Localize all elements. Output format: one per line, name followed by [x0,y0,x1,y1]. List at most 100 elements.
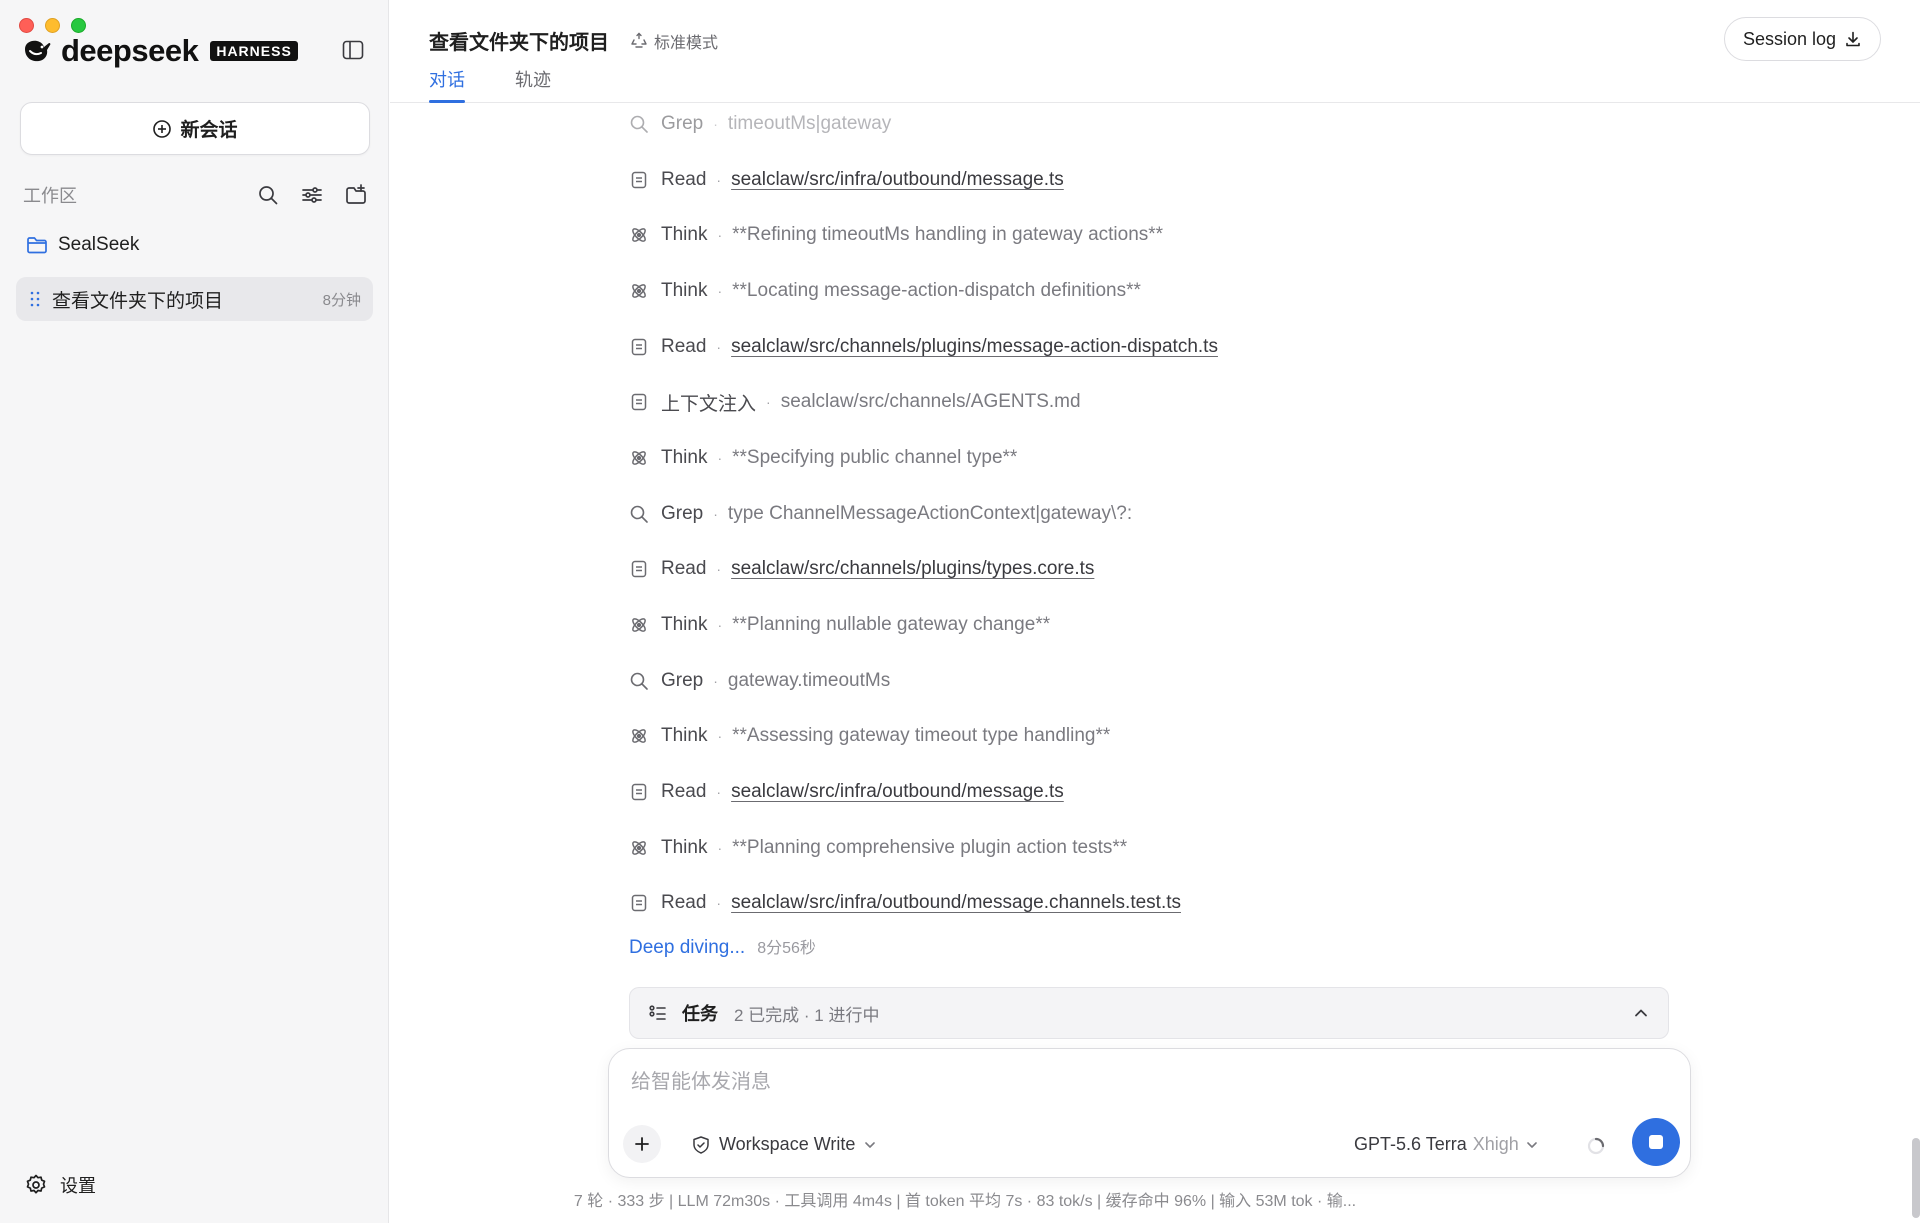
activity-step: Think · **Specifying public channel type** [629,430,1729,486]
scrollbar[interactable] [1912,1138,1920,1218]
search-icon [629,504,649,524]
activity-step: Think · **Assessing gateway timeout type h… [629,709,1729,765]
activity-step[interactable]: Read · sealclaw/src/infra/outbound/message… [629,152,1729,208]
activity-step[interactable]: Read · sealclaw/src/infra/outbound/message… [629,764,1729,820]
file-icon [629,170,649,190]
step-detail: **Locating message-action-dispatch defin… [732,279,1141,301]
step-separator: · [766,394,771,411]
tasks-panel[interactable]: 任务 2 已完成 · 1 进行中 [629,987,1669,1039]
chevron-down-icon [1526,1141,1537,1148]
stop-button[interactable] [1632,1118,1680,1166]
workspace-folder[interactable]: SealSeek [26,234,139,256]
step-type: Think [661,614,708,636]
step-file-link[interactable]: sealclaw/src/channels/plugins/message-ac… [731,336,1218,358]
chevron-up-icon[interactable] [1632,1004,1650,1022]
session-item[interactable]: 查看文件夹下的项目 8分钟 [16,277,373,321]
step-detail: type ChannelMessageActionContext|gateway… [727,502,1133,524]
step-file-link[interactable]: sealclaw/src/infra/outbound/message.ts [731,169,1064,191]
brain-icon [629,838,649,858]
activity-feed: Grep · timeoutMs|gateway Read · sealclaw/src/… [629,96,1729,931]
step-type: Read [661,558,707,580]
mode-badge[interactable]: 标准模式 [630,29,718,53]
step-separator: · [713,672,718,689]
mode-label: 标准模式 [654,35,719,52]
brain-icon [629,448,649,468]
activity-step: 上下文注入 · sealclaw/src/channels/AGENTS.md [629,374,1729,430]
activity-step: Think · **Locating message-action-dispatch… [629,263,1729,319]
activity-step[interactable]: Read · sealclaw/src/channels/plugins/types… [629,542,1729,598]
step-separator: · [717,617,723,634]
step-type: Think [661,725,708,747]
step-type: Think [661,279,708,301]
tab-conversation[interactable]: 对话 [429,66,465,103]
brand: deepseek HARNESS [21,33,298,69]
add-folder-icon[interactable] [344,183,368,207]
checklist-icon [649,1005,666,1020]
activity-step: Grep · timeoutMs|gateway [629,96,1729,152]
activity-step[interactable]: Read · sealclaw/src/channels/plugins/messa… [629,319,1729,375]
sidebar-toggle-icon[interactable] [341,38,365,62]
folder-name: SealSeek [58,234,140,255]
search-icon [629,671,649,691]
step-separator: · [713,505,718,522]
step-separator: · [716,171,722,188]
top-bar: 查看文件夹下的项目 标准模式 对话 轨迹 Session log [390,0,1920,103]
step-type: Read [661,892,707,914]
drag-handle-icon[interactable] [28,290,42,308]
settings-button[interactable]: 设置 [24,1172,96,1198]
step-detail: **Planning comprehensive plugin action t… [732,836,1128,858]
step-type: 上下文注入 [661,393,757,415]
session-name: 查看文件夹下的项目 [52,290,224,312]
permission-selector[interactable]: Workspace Write [691,1134,877,1155]
step-type: Read [661,168,707,190]
step-separator: · [716,895,722,912]
step-detail: **Assessing gateway timeout type handlin… [732,725,1111,747]
brand-name: deepseek [61,33,199,68]
message-input[interactable] [631,1071,1631,1094]
stats-footer: 7 轮 · 333 步 | LLM 72m30s · 工具调用 4m4s | 首… [573,1193,1357,1210]
search-icon[interactable] [256,183,280,207]
model-name: GPT-5.6 Terra [1354,1134,1467,1154]
step-type: Read [661,335,707,357]
workspace-header: 工作区 [23,180,368,210]
plus-circle-icon [153,119,172,138]
loading-spinner-icon [1587,1137,1605,1155]
new-chat-label: 新会话 [180,120,238,141]
shield-icon [693,1135,709,1154]
step-file-link[interactable]: sealclaw/src/infra/outbound/message.chan… [731,892,1181,914]
step-type: Read [661,781,707,803]
step-type: Grep [661,112,704,134]
step-separator: · [717,282,723,299]
brain-icon [629,225,649,245]
attach-button[interactable] [623,1125,661,1163]
step-file-link[interactable]: sealclaw/src/channels/plugins/types.core… [731,558,1094,580]
close-window-button[interactable] [19,18,34,33]
maximize-window-button[interactable] [71,18,86,33]
recycle-icon [631,32,647,48]
file-icon [629,782,649,802]
step-file-link[interactable]: sealclaw/src/infra/outbound/message.ts [731,781,1064,803]
session-log-label: Session log [1742,28,1836,49]
step-separator: · [717,449,723,466]
minimize-window-button[interactable] [45,18,60,33]
new-chat-button[interactable]: 新会话 [20,102,370,155]
session-log-button[interactable]: Session log [1723,17,1881,61]
status-text: Deep diving... [629,937,746,958]
tasks-label: 任务 [682,1004,718,1024]
brand-tag: HARNESS [210,41,298,61]
step-separator: · [713,115,718,132]
activity-step: Think · **Planning comprehensive plugin ac… [629,820,1729,876]
filter-sliders-icon[interactable] [300,183,324,207]
main-panel: 查看文件夹下的项目 标准模式 对话 轨迹 Session log Grep · ti… [390,0,1920,1223]
page-title: 查看文件夹下的项目 [429,32,609,54]
session-time: 8分钟 [322,291,361,309]
brain-icon [629,281,649,301]
tab-trajectory[interactable]: 轨迹 [515,66,551,102]
status-elapsed: 8分56秒 [757,940,816,957]
permission-label: Workspace Write [719,1134,856,1154]
message-composer: Workspace Write GPT-5.6 Terra Xhigh [608,1048,1691,1178]
workspace-title: 工作区 [23,186,77,206]
model-selector[interactable]: GPT-5.6 Terra Xhigh [1354,1134,1539,1155]
step-type: Grep [661,669,704,691]
activity-step[interactable]: Read · sealclaw/src/infra/outbound/message… [629,876,1729,932]
